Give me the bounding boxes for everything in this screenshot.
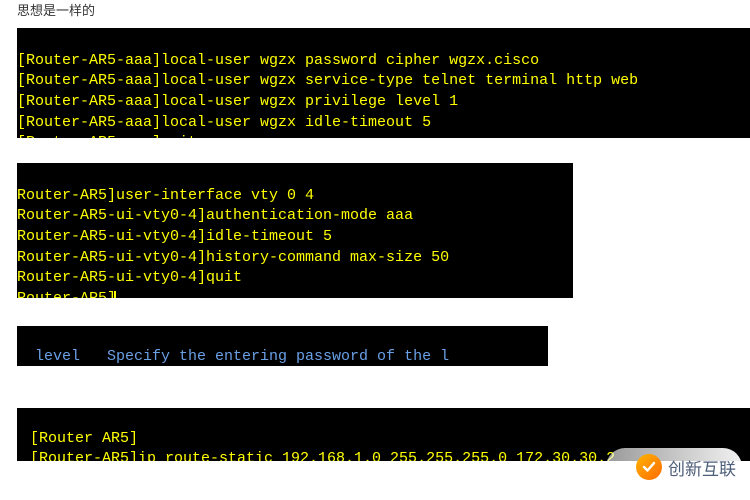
terminal-line: [Router-AR5-aaa]quit <box>17 134 197 138</box>
terminal-line: [Router-AR5]ip route-static 192.168.1.0 … <box>30 450 615 461</box>
cursor-icon <box>114 291 116 298</box>
terminal-line: [Router-AR5-aaa]local-user wgzx password… <box>17 52 539 69</box>
checkmark-logo-icon <box>636 454 662 480</box>
terminal-line: [Router-AR5-aaa]local-user wgzx service-… <box>17 72 638 89</box>
check-icon <box>641 459 657 475</box>
terminal-block-vty: Router-AR5]user-interface vty 0 4 Router… <box>17 163 573 298</box>
terminal-line: Router-AR5-ui-vty0-4]history-command max… <box>17 249 449 266</box>
terminal-line: [Router AR5] <box>30 430 138 447</box>
watermark-text: 创新互联 <box>668 455 736 480</box>
terminal-line: level Specify the entering password of t… <box>17 348 449 365</box>
terminal-line: Router-AR5-ui-vty0-4]idle-timeout 5 <box>17 228 332 245</box>
terminal-block-aaa: [Router-AR5-aaa]local-user wgzx password… <box>17 28 750 138</box>
page-heading: 思想是一样的 <box>0 0 750 22</box>
terminal-block-super: level Specify the entering password of t… <box>17 326 548 366</box>
terminal-line: [Router-AR5-aaa]local-user wgzx idle-tim… <box>17 114 431 131</box>
terminal-line: Router-AR5] <box>17 290 116 298</box>
terminal-line: Router-AR5-ui-vty0-4]authentication-mode… <box>17 207 413 224</box>
watermark: 创新互联 <box>606 448 742 486</box>
terminal-line: Router-AR5]user-interface vty 0 4 <box>17 187 314 204</box>
terminal-line: [Router-AR5-aaa]local-user wgzx privileg… <box>17 93 458 110</box>
terminal-line: Router-AR5-ui-vty0-4]quit <box>17 269 242 286</box>
